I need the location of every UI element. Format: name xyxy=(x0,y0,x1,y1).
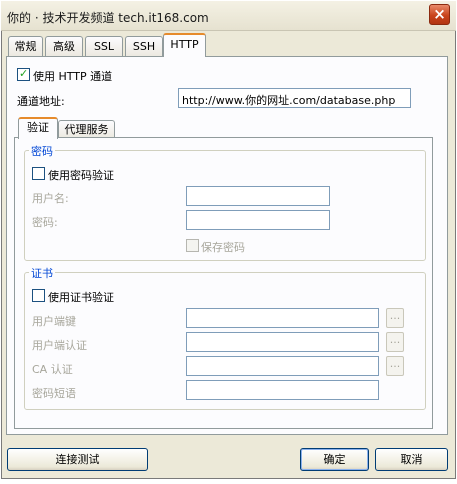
subtab-proxy[interactable]: 代理服务 xyxy=(58,120,115,138)
cancel-button[interactable]: 取消 xyxy=(375,448,448,471)
password-input[interactable] xyxy=(186,210,330,230)
tab-general[interactable]: 常规 xyxy=(8,36,43,56)
username-input[interactable] xyxy=(186,186,330,206)
password-group-title: 密码 xyxy=(29,143,55,159)
use-cert-auth-checkbox[interactable] xyxy=(32,289,45,302)
subtab-auth[interactable]: 验证 xyxy=(18,117,58,139)
test-connection-button[interactable]: 连接测试 xyxy=(7,448,148,471)
username-label: 用户名: xyxy=(32,192,69,205)
use-http-tunnel-checkbox[interactable]: ✓ xyxy=(17,67,30,81)
window-title: 你的 · 技术开发频道 tech.it168.com xyxy=(7,11,209,25)
passphrase-label: 密码短语 xyxy=(32,387,76,400)
client-cert-label: 用户端认证 xyxy=(32,339,87,352)
client-key-label: 用户端键 xyxy=(32,315,76,328)
checkmark-icon: ✓ xyxy=(19,67,29,80)
close-button[interactable]: × xyxy=(429,4,450,25)
tunnel-address-input[interactable]: http://www.你的网址.com/database.php xyxy=(178,88,411,108)
ellipsis-icon: ... xyxy=(389,309,401,322)
ca-cert-input[interactable] xyxy=(186,356,379,376)
client-key-browse-button[interactable]: ... xyxy=(386,308,404,328)
use-password-auth-label: 使用密码验证 xyxy=(48,169,114,182)
client-key-input[interactable] xyxy=(186,308,379,328)
ca-cert-browse-button[interactable]: ... xyxy=(386,356,404,376)
save-password-label: 保存密码 xyxy=(201,241,245,254)
title-bar[interactable]: 你的 · 技术开发频道 tech.it168.com xyxy=(1,1,456,31)
ellipsis-icon: ... xyxy=(389,357,401,370)
close-icon: × xyxy=(433,5,446,23)
client-cert-browse-button[interactable]: ... xyxy=(386,332,404,352)
tunnel-address-label: 通道地址: xyxy=(17,95,65,108)
use-cert-auth-label: 使用证书验证 xyxy=(48,291,114,304)
save-password-checkbox[interactable] xyxy=(186,239,199,252)
use-http-tunnel-label: 使用 HTTP 通道 xyxy=(33,70,113,83)
ellipsis-icon: ... xyxy=(389,333,401,346)
use-password-auth-checkbox[interactable] xyxy=(32,167,45,180)
tab-advanced[interactable]: 高级 xyxy=(45,36,83,56)
certificate-group-title: 证书 xyxy=(29,265,55,281)
ca-cert-label: CA 认证 xyxy=(32,363,73,376)
client-cert-input[interactable] xyxy=(186,332,379,352)
tab-ssh[interactable]: SSH xyxy=(125,36,163,56)
tab-http[interactable]: HTTP xyxy=(163,33,206,57)
passphrase-input[interactable] xyxy=(186,380,379,400)
tunnel-address-value: http://www.你的网址.com/database.php xyxy=(182,94,396,107)
ok-button[interactable]: 确定 xyxy=(300,448,369,471)
password-label: 密码: xyxy=(32,216,58,229)
tab-ssl[interactable]: SSL xyxy=(85,36,123,56)
